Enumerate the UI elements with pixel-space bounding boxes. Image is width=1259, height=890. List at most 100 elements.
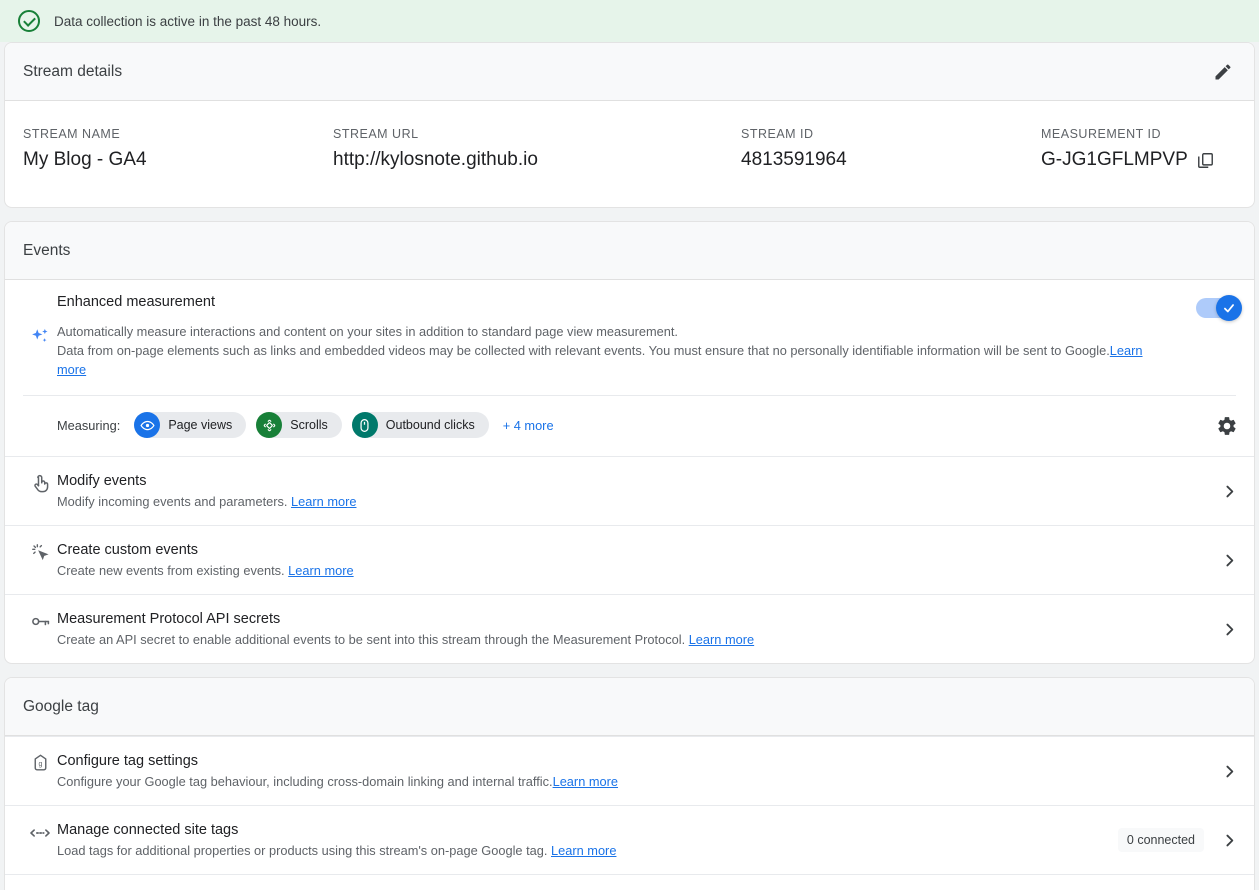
events-header: Events bbox=[5, 222, 1254, 280]
pencil-icon[interactable] bbox=[1206, 55, 1240, 89]
list-item-create-custom-events[interactable]: Create custom events Create new events f… bbox=[5, 525, 1254, 594]
enhanced-measurement-title: Enhanced measurement bbox=[57, 294, 215, 310]
stream-details-fields: STREAM NAME My Blog - GA4 STREAM URL htt… bbox=[5, 101, 1254, 207]
events-card: Events Enhanced measurement Automaticall… bbox=[4, 221, 1255, 664]
field-stream-name: STREAM NAME My Blog - GA4 bbox=[23, 127, 333, 171]
section-gap bbox=[0, 664, 1259, 677]
chip-label: Page views bbox=[168, 418, 233, 432]
field-label: STREAM ID bbox=[741, 127, 814, 141]
chevron-right-icon[interactable] bbox=[1218, 480, 1240, 502]
chip-scrolls[interactable]: Scrolls bbox=[256, 412, 342, 438]
tap-hand-icon bbox=[23, 471, 57, 494]
key-icon bbox=[23, 609, 57, 632]
list-item-title: Manage connected site tags bbox=[57, 822, 239, 838]
measuring-more-link[interactable]: + 4 more bbox=[503, 418, 554, 433]
google-tag-title: Google tag bbox=[23, 697, 99, 715]
desc-text: Load tags for additional properties or p… bbox=[57, 843, 548, 858]
data-collection-banner: Data collection is active in the past 48… bbox=[0, 0, 1259, 42]
field-value-wrap: G-JG1GFLMPVP bbox=[1041, 149, 1236, 171]
banner-text: Data collection is active in the past 48… bbox=[54, 13, 322, 29]
list-item-body: Measurement Protocol API secrets Create … bbox=[57, 609, 1218, 649]
list-item-description: Configure your Google tag behaviour, inc… bbox=[57, 773, 1208, 791]
measuring-label: Measuring: bbox=[57, 417, 121, 433]
list-item-body: Configure tag settings Configure your Go… bbox=[57, 751, 1218, 791]
chevron-right-icon[interactable] bbox=[1218, 618, 1240, 640]
section-gap bbox=[0, 208, 1259, 221]
sparkle-icon bbox=[23, 294, 57, 379]
check-circle-icon bbox=[18, 10, 40, 32]
list-item-title: Configure tag settings bbox=[57, 753, 199, 769]
chip-outbound-clicks[interactable]: Outbound clicks bbox=[351, 412, 489, 438]
field-measurement-id: MEASUREMENT ID G-JG1GFLMPVP bbox=[1041, 127, 1236, 171]
list-item-modify-events[interactable]: Modify events Modify incoming events and… bbox=[5, 456, 1254, 525]
enhanced-measurement-description: Automatically measure interactions and c… bbox=[57, 322, 1164, 379]
enhanced-measurement-toggle[interactable] bbox=[1196, 295, 1242, 321]
stream-details-page: Data collection is active in the past 48… bbox=[0, 0, 1259, 890]
list-item-right bbox=[1218, 480, 1240, 502]
stream-details-card: Stream details STREAM NAME My Blog - GA4… bbox=[4, 42, 1255, 208]
list-item-configure-tag-settings[interactable]: g Configure tag settings Configure your … bbox=[5, 736, 1254, 805]
eye-icon bbox=[134, 412, 161, 438]
enhanced-measurement-block: Enhanced measurement Automatically measu… bbox=[5, 280, 1254, 456]
list-item-manage-connected-site-tags[interactable]: Manage connected site tags Load tags for… bbox=[5, 805, 1254, 874]
status-badge-text: 0 connected bbox=[1126, 833, 1195, 847]
chevron-right-icon[interactable] bbox=[1218, 760, 1240, 782]
status-badge: 0 connected bbox=[1117, 828, 1204, 852]
gear-icon[interactable] bbox=[1214, 413, 1240, 439]
desc-text: Create new events from existing events. bbox=[57, 563, 285, 578]
list-item-title: Create custom events bbox=[57, 542, 199, 558]
desc-text: Configure your Google tag behaviour, inc… bbox=[57, 774, 553, 789]
field-stream-url: STREAM URL http://kylosnote.github.io bbox=[333, 127, 741, 171]
toggle-knob bbox=[1216, 295, 1242, 321]
enhanced-measurement-row: Enhanced measurement Automatically measu… bbox=[5, 280, 1254, 379]
list-item-description: Modify incoming events and parameters. L… bbox=[57, 493, 1208, 511]
list-item-measurement-protocol-api-secrets[interactable]: Measurement Protocol API secrets Create … bbox=[5, 594, 1254, 663]
learn-more-link[interactable]: Learn more bbox=[291, 494, 356, 509]
cursor-sparkle-icon bbox=[23, 540, 57, 563]
list-item-view-tag-instructions[interactable]: View tag instructions Get instructions f… bbox=[5, 874, 1254, 890]
field-value: My Blog - GA4 bbox=[23, 149, 147, 170]
desc-text: Modify incoming events and parameters. bbox=[57, 494, 288, 509]
chip-label: Outbound clicks bbox=[385, 418, 475, 432]
list-item-description: Create an API secret to enable additiona… bbox=[57, 631, 1208, 649]
chevron-right-icon[interactable] bbox=[1218, 829, 1240, 851]
list-item-body: Create custom events Create new events f… bbox=[57, 540, 1218, 580]
stream-details-header: Stream details bbox=[5, 43, 1254, 101]
code-arrows-icon bbox=[23, 820, 57, 844]
events-title: Events bbox=[23, 241, 71, 259]
chip-page-views[interactable]: Page views bbox=[134, 412, 247, 438]
learn-more-link[interactable]: Learn more bbox=[551, 843, 616, 858]
page-title: Stream details bbox=[23, 62, 123, 80]
desc-line-2: Data from on-page elements such as links… bbox=[57, 343, 1110, 358]
google-tag-card: Google tag g Configure tag settings Conf… bbox=[4, 677, 1255, 890]
measuring-chips: Measuring: Page views Scrolls Outbound c… bbox=[57, 396, 1214, 456]
list-item-description: Create new events from existing events. … bbox=[57, 562, 1208, 580]
list-item-right: 0 connected bbox=[1117, 828, 1240, 852]
field-label: STREAM NAME bbox=[23, 127, 121, 141]
google-tag-header: Google tag bbox=[5, 678, 1254, 736]
scroll-icon bbox=[256, 412, 283, 438]
learn-more-link[interactable]: Learn more bbox=[689, 632, 754, 647]
svg-text:g: g bbox=[38, 761, 42, 768]
learn-more-link[interactable]: Learn more bbox=[288, 563, 353, 578]
list-item-right bbox=[1218, 760, 1240, 782]
list-item-title: Modify events bbox=[57, 473, 147, 489]
field-value: 4813591964 bbox=[741, 149, 847, 170]
chevron-right-icon[interactable] bbox=[1218, 549, 1240, 571]
list-item-right bbox=[1218, 549, 1240, 571]
copy-icon[interactable] bbox=[1196, 150, 1216, 170]
field-value: G-JG1GFLMPVP bbox=[1041, 149, 1188, 170]
learn-more-link[interactable]: Learn more bbox=[553, 774, 618, 789]
enhanced-measurement-body: Enhanced measurement Automatically measu… bbox=[57, 294, 1180, 379]
field-value: http://kylosnote.github.io bbox=[333, 149, 538, 170]
field-label: MEASUREMENT ID bbox=[1041, 127, 1161, 141]
desc-line-1: Automatically measure interactions and c… bbox=[57, 324, 678, 339]
list-item-title: Measurement Protocol API secrets bbox=[57, 611, 281, 627]
field-label: STREAM URL bbox=[333, 127, 419, 141]
field-stream-id: STREAM ID 4813591964 bbox=[741, 127, 1041, 171]
desc-text: Create an API secret to enable additiona… bbox=[57, 632, 686, 647]
list-item-right bbox=[1218, 618, 1240, 640]
google-tag-icon: g bbox=[23, 751, 57, 774]
list-item-body: Manage connected site tags Load tags for… bbox=[57, 820, 1118, 860]
outbound-click-icon bbox=[351, 412, 378, 438]
